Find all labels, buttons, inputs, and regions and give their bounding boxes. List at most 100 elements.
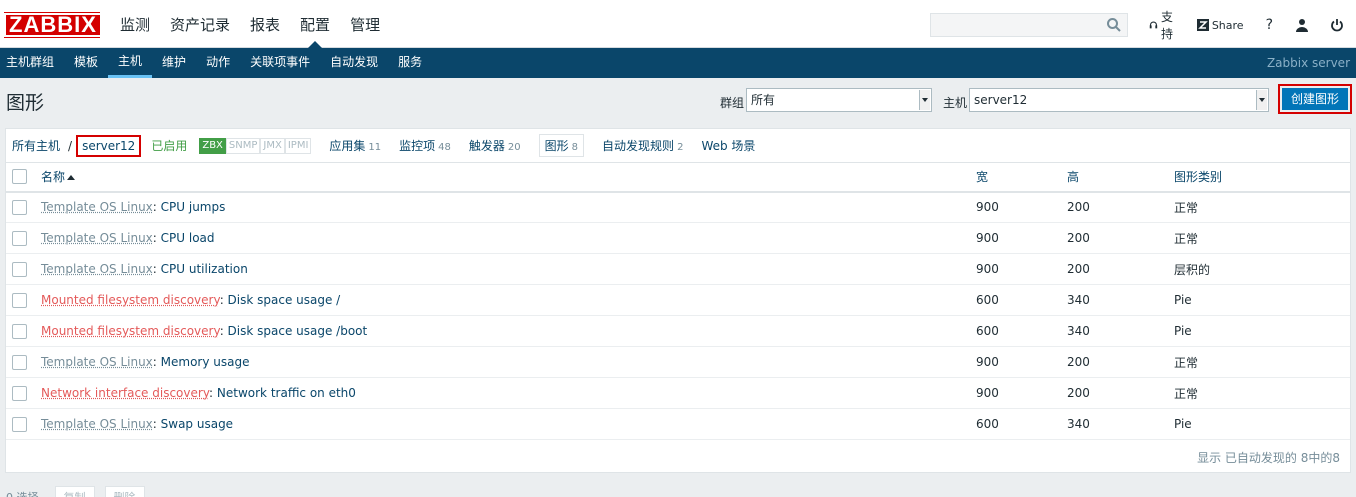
page-title: 图形 [6, 92, 45, 114]
row-checkbox-cell [6, 346, 41, 378]
row-checkbox[interactable] [12, 230, 27, 246]
zabbix-logo[interactable]: ZABBIX [4, 12, 102, 38]
graph-width: 900 [976, 346, 1067, 378]
name-separator: : [152, 231, 161, 245]
row-checkbox[interactable] [12, 261, 27, 277]
graph-name-link[interactable]: Network traffic on eth0 [217, 386, 356, 400]
name-separator: : [152, 200, 161, 215]
height-column-header: 高 [1067, 162, 1174, 193]
main-menu-item[interactable]: 监测 [110, 0, 160, 48]
graph-name-link[interactable]: Disk space usage /boot [228, 324, 368, 338]
graph-height: 200 [1067, 222, 1174, 254]
availability-badge: ZBX [199, 137, 226, 154]
host-tab-label: 图形 [544, 139, 569, 153]
host-link[interactable]: server12 [76, 134, 142, 157]
graph-type: 正常 [1174, 346, 1350, 378]
template-link[interactable]: Template OS Linux [41, 262, 153, 276]
sub-menu-item[interactable]: 自动发现 [320, 48, 388, 78]
search-input[interactable] [931, 14, 1101, 36]
host-tab[interactable]: Web 场景 [701, 137, 755, 154]
template-link[interactable]: Template OS Linux [41, 231, 153, 245]
host-status[interactable]: 已启用 [151, 137, 187, 154]
sub-menu-item[interactable]: 关联项事件 [240, 48, 320, 78]
row-checkbox-cell [6, 377, 41, 409]
share-z-icon [1196, 19, 1209, 31]
discovery-rule-link[interactable]: Network interface discovery [41, 386, 209, 400]
template-link[interactable]: Template OS Linux [41, 355, 153, 369]
row-checkbox-cell [6, 191, 41, 223]
search-icon[interactable] [1106, 17, 1122, 33]
graph-type: 正常 [1174, 191, 1350, 223]
discovery-rule-link[interactable]: Mounted filesystem discovery [41, 324, 220, 338]
host-select[interactable]: server12 [969, 88, 1269, 112]
sub-menu-item[interactable]: 服务 [388, 48, 432, 78]
graph-name-link[interactable]: Swap usage [161, 417, 233, 431]
help-link[interactable]: ? [1253, 12, 1286, 38]
host-tab[interactable]: 自动发现规则 2 [602, 137, 683, 154]
graph-width: 900 [976, 222, 1067, 254]
row-checkbox[interactable] [12, 416, 27, 432]
power-icon [1331, 19, 1343, 32]
copy-button[interactable]: 复制 [54, 486, 95, 497]
graph-width: 900 [976, 191, 1067, 223]
delete-button[interactable]: 删除 [104, 486, 145, 497]
template-link[interactable]: Template OS Linux [41, 417, 153, 431]
host-tab[interactable]: 触发器 20 [469, 137, 521, 154]
all-hosts-link[interactable]: 所有主机 [12, 137, 60, 154]
sub-menu-item[interactable]: 维护 [152, 48, 196, 78]
sub-menu-item[interactable]: 主机 [108, 48, 153, 78]
main-menu-item[interactable]: 配置 [290, 0, 340, 48]
main-menu-item[interactable]: 资产记录 [160, 0, 240, 48]
user-profile-button[interactable] [1286, 12, 1321, 38]
host-tab[interactable]: 监控项 48 [399, 137, 451, 154]
sub-menu-item[interactable]: 模板 [64, 48, 108, 78]
table-row: Template OS Linux: Swap usage 600 340 Pie [6, 408, 1350, 440]
type-column-header[interactable]: 图形类别 [1174, 162, 1350, 193]
select-all-checkbox[interactable] [12, 169, 27, 185]
selected-count: 0 选择 [6, 489, 39, 497]
row-checkbox[interactable] [12, 385, 27, 401]
template-link[interactable]: Template OS Linux [41, 200, 153, 214]
graph-width: 600 [976, 284, 1067, 316]
host-tab-label: Web 场景 [701, 139, 756, 153]
search-box[interactable] [930, 13, 1128, 37]
row-checkbox[interactable] [12, 292, 27, 308]
create-graph-button[interactable]: 创建图形 [1282, 88, 1348, 110]
row-checkbox[interactable] [12, 199, 27, 215]
graph-name-cell: Template OS Linux: Swap usage [41, 408, 976, 440]
host-tab-label: 应用集 [329, 139, 366, 153]
create-graph-highlight: 创建图形 [1278, 84, 1352, 114]
share-link[interactable]: Share [1188, 12, 1253, 38]
row-checkbox[interactable] [12, 354, 27, 370]
main-menu-item[interactable]: 管理 [340, 0, 390, 48]
graph-name-link[interactable]: CPU jumps [161, 200, 226, 214]
sign-out-button[interactable] [1321, 12, 1356, 38]
group-select[interactable]: 所有 [746, 88, 932, 112]
table-row: Template OS Linux: CPU utilization 900 200… [6, 253, 1350, 285]
host-tab[interactable]: 图形 8 [538, 134, 585, 157]
graph-name-cell: Template OS Linux: CPU load [41, 222, 976, 254]
breadcrumb-separator: / [68, 138, 73, 153]
support-link[interactable]: 支持 [1140, 10, 1188, 41]
name-separator: : [152, 417, 161, 431]
top-right-tools: 支持 Share ? [1140, 10, 1356, 41]
graph-name-link[interactable]: CPU utilization [161, 262, 248, 276]
host-tab[interactable]: 应用集 11 [329, 137, 381, 154]
table-row: Template OS Linux: CPU jumps 900 200 正常 [6, 191, 1350, 223]
host-tab-label: 监控项 [399, 139, 436, 153]
graph-name-link[interactable]: Memory usage [161, 355, 250, 369]
graph-name-link[interactable]: Disk space usage / [228, 293, 341, 307]
host-tab-count: 48 [438, 142, 451, 153]
discovery-rule-link[interactable]: Mounted filesystem discovery [41, 293, 220, 307]
width-column-header: 宽 [976, 162, 1067, 193]
graph-type: Pie [1174, 315, 1350, 347]
main-menu-item[interactable]: 报表 [240, 0, 290, 48]
row-checkbox[interactable] [12, 323, 27, 339]
sub-menu-item[interactable]: 动作 [196, 48, 240, 78]
sort-asc-icon [67, 175, 76, 181]
sub-menu-item[interactable]: 主机群组 [0, 48, 64, 78]
graphs-panel: 所有主机 / server12 已启用 ZBX SNMP JMX IPMI 应用集 11… [5, 128, 1351, 473]
graph-name-link[interactable]: CPU load [161, 231, 215, 245]
graph-type: Pie [1174, 284, 1350, 316]
name-column-header[interactable]: 名称 [41, 162, 976, 193]
